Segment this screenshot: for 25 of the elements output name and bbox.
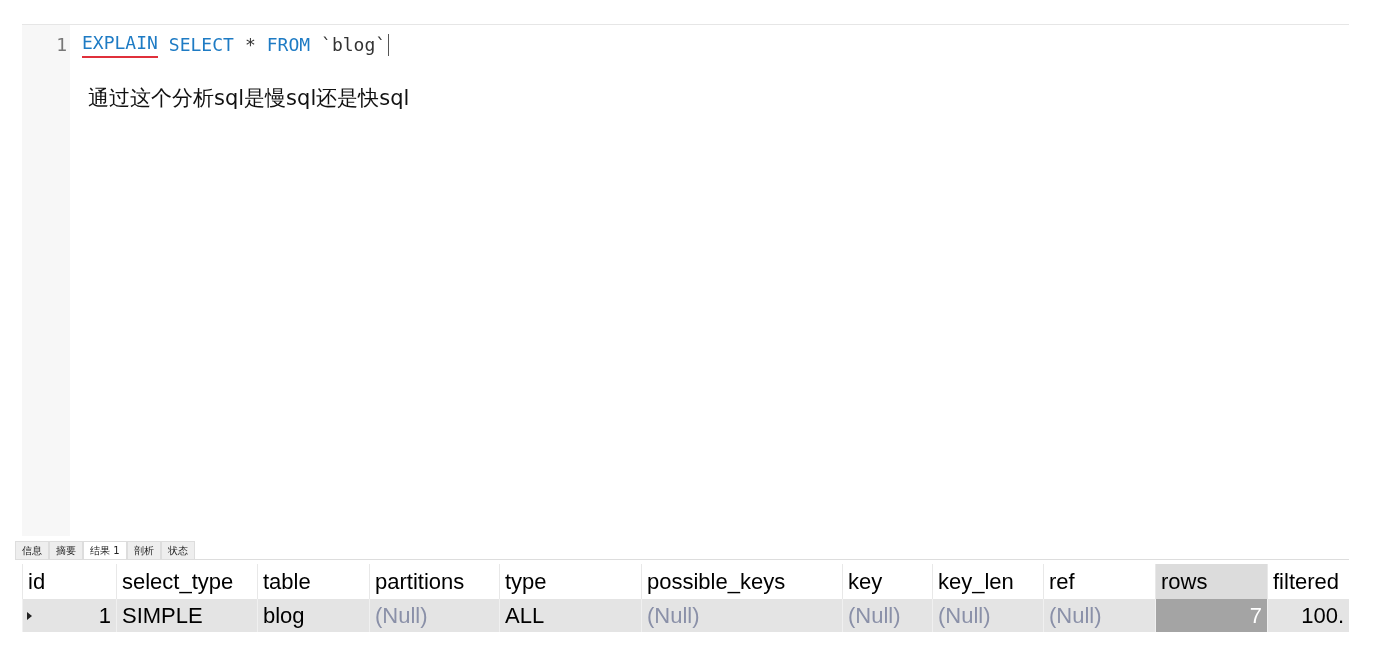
result-tab[interactable]: 剖析: [126, 541, 161, 559]
result-tab[interactable]: 结果 1: [83, 541, 127, 559]
cell-text: (Null): [848, 602, 901, 629]
cell-text: SIMPLE: [122, 602, 203, 629]
cell-text: (Null): [375, 602, 428, 629]
cell-text: 7: [1249, 602, 1262, 629]
sql-keyword: SELECT: [168, 34, 234, 56]
cell-text: ALL: [505, 602, 545, 629]
line-number: 1: [56, 34, 68, 56]
annotation-text: 通过这个分析sql是慢sql还是快sql: [88, 85, 411, 112]
cell-text: blog: [263, 602, 305, 629]
cell-text: 1: [98, 602, 111, 629]
result-tab[interactable]: 信息: [15, 541, 49, 559]
sql-text: `blog`: [321, 34, 387, 56]
cell-text: (Null): [647, 602, 700, 629]
sql-text: *: [244, 34, 256, 56]
sql-keyword: FROM: [266, 34, 311, 56]
cell-text: (Null): [938, 602, 991, 629]
sql-keyword: EXPLAIN: [82, 32, 158, 58]
text-cursor: [388, 34, 390, 56]
cell-text: (Null): [1049, 602, 1102, 629]
result-tab[interactable]: 摘要: [49, 541, 83, 559]
column-header[interactable]: rows: [1155, 564, 1267, 599]
result-tab[interactable]: 状态: [160, 541, 195, 559]
cell-text: 100.: [1301, 602, 1344, 629]
